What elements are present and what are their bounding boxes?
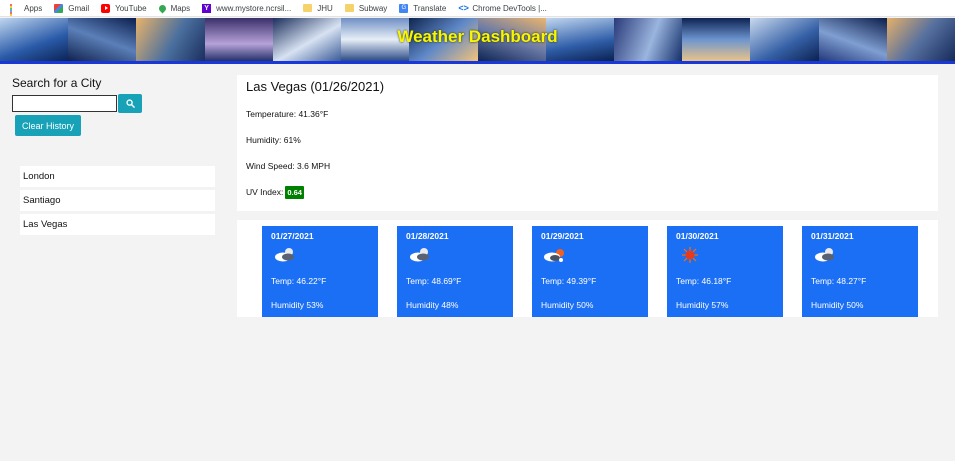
forecast-card: 01/28/2021 Temp: 48.69°F Humidity 48%: [397, 226, 513, 317]
forecast-date: 01/31/2021: [811, 231, 854, 241]
page-title: Weather Dashboard: [397, 27, 558, 46]
forecast-humidity: Humidity 57%: [676, 300, 729, 310]
apps-icon: [10, 3, 19, 16]
bookmark-label: Maps: [170, 3, 191, 13]
forecast-date: 01/29/2021: [541, 231, 584, 241]
history-item-santiago[interactable]: Santiago: [20, 190, 215, 211]
bookmark-mystore[interactable]: Y www.mystore.ncrsil...: [202, 3, 292, 13]
bookmark-translate[interactable]: G Translate: [399, 3, 447, 13]
devtools-icon: <>: [458, 2, 469, 13]
current-city-title: Las Vegas (01/26/2021): [246, 79, 385, 94]
bookmark-label: YouTube: [115, 3, 147, 13]
bookmarks-bar: Apps Gmail YouTube Maps Y www.mystore.nc…: [0, 0, 955, 17]
forecast-humidity: Humidity 50%: [811, 300, 864, 310]
clear-history-button[interactable]: Clear History: [15, 115, 82, 136]
gmail-icon: [54, 3, 64, 13]
bookmark-apps[interactable]: Apps: [10, 3, 43, 16]
current-wind-speed: Wind Speed: 3.6 MPH: [246, 161, 331, 171]
bookmark-label: www.mystore.ncrsil...: [216, 3, 292, 13]
current-temperature: Temperature: 41.36°F: [246, 109, 329, 119]
history-item-london[interactable]: London: [20, 166, 215, 187]
forecast-date: 01/28/2021: [406, 231, 449, 241]
forecast-temp: Temp: 48.69°F: [406, 276, 462, 286]
bookmark-youtube[interactable]: YouTube: [101, 3, 147, 13]
yahoo-icon: Y: [202, 3, 212, 13]
bookmark-label: Translate: [413, 3, 447, 13]
forecast-temp: Temp: 49.39°F: [541, 276, 597, 286]
youtube-icon: [101, 3, 111, 13]
search-button[interactable]: [118, 94, 142, 113]
forecast-card: 01/27/2021 Temp: 46.22°F Humidity 53%: [262, 226, 378, 317]
forecast-date: 01/27/2021: [271, 231, 314, 241]
bookmark-subway[interactable]: Subway: [344, 3, 388, 13]
five-day-forecast: 01/27/2021 Temp: 46.22°F Humidity 53% 01…: [237, 220, 938, 317]
forecast-temp: Temp: 46.22°F: [271, 276, 327, 286]
partly-cloudy-icon: [406, 245, 504, 269]
city-search-input[interactable]: [12, 95, 117, 112]
current-weather-card: Las Vegas (01/26/2021) Temperature: 41.3…: [237, 75, 938, 211]
bookmark-label: Chrome DevTools |...: [472, 3, 547, 13]
bookmark-gmail[interactable]: Gmail: [54, 3, 90, 13]
uv-index-badge: 0.64: [285, 185, 304, 199]
maps-icon: [157, 3, 168, 13]
bookmark-label: Subway: [358, 3, 388, 13]
sidebar: Search for a City Clear History London S…: [12, 74, 222, 238]
forecast-temp: Temp: 48.27°F: [811, 276, 867, 286]
scattered-clouds-icon: [541, 245, 639, 269]
translate-icon: G: [399, 3, 409, 13]
search-label: Search for a City: [12, 76, 102, 90]
forecast-card: 01/31/2021 Temp: 48.27°F Humidity 50%: [802, 226, 918, 317]
bookmark-label: Gmail: [68, 3, 90, 13]
search-history-list: London Santiago Las Vegas: [20, 166, 215, 235]
bookmark-maps[interactable]: Maps: [157, 3, 191, 13]
forecast-card: 01/29/2021 Temp: 49.39°F Humidity 50%: [532, 226, 648, 317]
bookmark-devtools[interactable]: <> Chrome DevTools |...: [458, 2, 547, 13]
bookmark-jhu[interactable]: JHU: [303, 4, 333, 13]
partly-cloudy-icon: [811, 245, 909, 269]
sun-icon: [676, 245, 774, 269]
history-item-las-vegas[interactable]: Las Vegas: [20, 214, 215, 235]
forecast-temp: Temp: 46.18°F: [676, 276, 732, 286]
bookmark-label: JHU: [317, 3, 333, 13]
folder-icon: [344, 4, 354, 12]
page-header: Weather Dashboard: [0, 18, 955, 64]
forecast-date: 01/30/2021: [676, 231, 719, 241]
current-uv-row: UV Index: 0.64: [246, 185, 929, 199]
current-humidity: Humidity: 61%: [246, 135, 301, 145]
forecast-humidity: Humidity 48%: [406, 300, 459, 310]
search-icon: [125, 99, 135, 108]
partly-cloudy-icon: [271, 245, 369, 269]
bookmark-label: Apps: [24, 3, 43, 13]
folder-icon: [303, 4, 313, 12]
forecast-card: 01/30/2021 Temp: 46.18°F Humidity 57%: [667, 226, 783, 317]
uv-label: UV Index:: [246, 187, 284, 197]
forecast-humidity: Humidity 53%: [271, 300, 324, 310]
search-row: [12, 94, 222, 113]
forecast-humidity: Humidity 50%: [541, 300, 594, 310]
